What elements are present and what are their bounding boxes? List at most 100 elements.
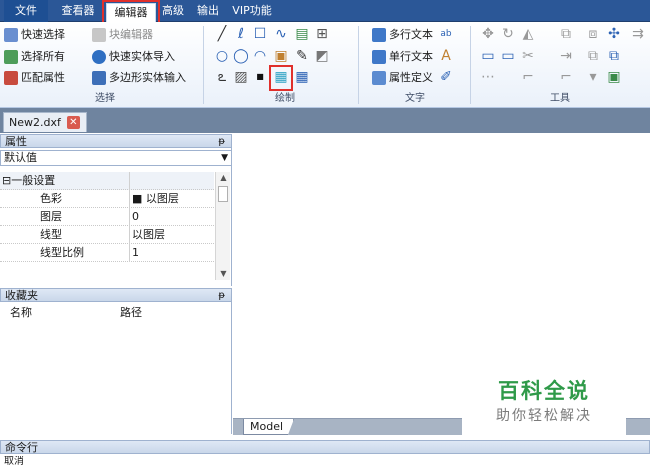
property-key: 线型比例: [0, 244, 130, 262]
pencil-icon[interactable]: ✎: [294, 48, 310, 64]
quick-select-button[interactable]: 快速选择: [4, 26, 65, 44]
sketch-icon[interactable]: ఽ: [214, 69, 230, 85]
block-editor-label: 块编辑器: [109, 28, 153, 41]
text-edit-icon[interactable]: A: [438, 48, 454, 64]
section-value-cell: [132, 172, 214, 190]
section-header[interactable]: ⊟一般设置: [0, 172, 214, 190]
array-icon[interactable]: ⧈: [585, 26, 601, 42]
scroll-thumb[interactable]: [218, 186, 228, 202]
watermark-logo: 百科全说 助你轻松解决: [462, 376, 626, 438]
polygon-icon: [92, 71, 106, 85]
column-name[interactable]: 名称: [10, 304, 32, 322]
polygon-entity-input-label: 多边形实体输入: [109, 71, 186, 84]
trim-icon[interactable]: ✂: [520, 48, 536, 64]
scale-icon[interactable]: ▭: [480, 48, 496, 64]
property-value: ■ 以图层: [132, 192, 179, 205]
fillet-icon[interactable]: ⌐: [558, 69, 574, 85]
hatch-icon[interactable]: ▤: [294, 26, 310, 42]
quick-select-label: 快速选择: [21, 28, 65, 41]
dimension-icon[interactable]: ◩: [314, 48, 330, 64]
column-path[interactable]: 路径: [120, 304, 142, 322]
tab-viewer[interactable]: 查看器: [56, 0, 100, 22]
wipeout-icon[interactable]: ▦: [273, 69, 289, 85]
document-tab-strip: New2.dxf ✕: [0, 108, 650, 133]
property-row[interactable]: 图层 0: [0, 208, 214, 226]
image-icon[interactable]: ▣: [273, 48, 289, 64]
mirror-icon[interactable]: ◭: [520, 26, 536, 42]
tab-editor[interactable]: 编辑器: [106, 3, 156, 22]
attribute-icon: [372, 71, 386, 85]
draw-group-title: 绘制: [275, 93, 295, 104]
command-title-label: 命令行: [5, 441, 38, 454]
tab-advanced[interactable]: 高级: [158, 0, 188, 22]
single-line-text-button[interactable]: 单行文本: [372, 48, 433, 66]
pattern-fill-icon[interactable]: ▨: [233, 69, 249, 85]
group-divider: [203, 26, 204, 104]
pin-icon[interactable]: ᵽ: [218, 289, 225, 302]
properties-selector[interactable]: 默认值 ▼: [0, 150, 232, 166]
property-row[interactable]: 线型比例 1: [0, 244, 214, 262]
mtext-icon: [372, 28, 386, 42]
command-line-title: 命令行: [0, 440, 650, 454]
rectangle-icon[interactable]: ☐: [252, 26, 268, 42]
text-style-icon[interactable]: ab: [438, 26, 454, 42]
property-row[interactable]: 色彩 ■ 以图层: [0, 190, 214, 208]
stretch-icon[interactable]: ▭: [500, 48, 516, 64]
property-row[interactable]: 线型 以图层: [0, 226, 214, 244]
favorites-header: 名称 路径: [0, 304, 232, 322]
multiline-text-button[interactable]: 多行文本: [372, 26, 433, 44]
arc-icon[interactable]: ◠: [252, 48, 268, 64]
break-icon[interactable]: ⧉: [585, 48, 601, 64]
properties-scrollbar[interactable]: ▲ ▼: [215, 172, 230, 280]
polyline-icon[interactable]: ℓ: [233, 26, 249, 42]
line-icon[interactable]: ╱: [214, 26, 230, 42]
model-tab[interactable]: Model: [243, 419, 295, 435]
explode-icon[interactable]: ✣: [606, 26, 622, 42]
find-replace-icon[interactable]: ✐: [438, 69, 454, 85]
quick-entity-import-button[interactable]: 快速实体导入: [92, 48, 175, 66]
extend-icon[interactable]: ⇥: [558, 48, 574, 64]
favorites-panel: 收藏夹 ᵽ 名称 路径: [0, 288, 232, 434]
favorites-title-label: 收藏夹: [5, 289, 38, 302]
attribute-definition-button[interactable]: 属性定义: [372, 69, 433, 87]
tab-output[interactable]: 输出: [194, 0, 222, 22]
spline-icon[interactable]: ∿: [273, 26, 289, 42]
block-insert-icon[interactable]: ⊞: [314, 26, 330, 42]
chamfer-icon[interactable]: ⌐: [520, 69, 536, 85]
ribbon: 快速选择 块编辑器 选择所有 快速实体导入 匹配属性 多边形实体输入 选择 ╱ …: [0, 22, 650, 108]
properties-panel: 属性 ᵽ 默认值 ▼ ⊟一般设置 色彩 ■ 以图层 图层 0 线型 以图层 线型…: [0, 134, 232, 286]
select-all-icon: [4, 50, 18, 64]
copy-icon[interactable]: ⧉: [558, 26, 574, 42]
point-icon[interactable]: ■: [252, 69, 268, 85]
property-key: 色彩: [0, 190, 130, 208]
watermark-title: 百科全说: [498, 379, 590, 403]
polygon-entity-input-button[interactable]: 多边形实体输入: [92, 69, 186, 87]
join-icon[interactable]: ⧉: [606, 48, 622, 64]
scroll-down-icon[interactable]: ▼: [216, 268, 231, 280]
property-key: 图层: [0, 208, 130, 226]
tab-file[interactable]: 文件: [4, 0, 48, 22]
match-properties-button[interactable]: 匹配属性: [4, 69, 65, 87]
circle-icon[interactable]: ○: [214, 48, 230, 64]
select-all-button[interactable]: 选择所有: [4, 48, 65, 66]
erase-icon[interactable]: ▾: [585, 69, 601, 85]
tools-group-title: 工具: [550, 93, 570, 104]
layer-icon[interactable]: ▣: [606, 69, 622, 85]
section-label: ⊟一般设置: [0, 172, 130, 190]
text-group-title: 文字: [405, 93, 425, 104]
close-icon[interactable]: ✕: [66, 116, 80, 129]
rotate-icon[interactable]: ↻: [500, 26, 516, 42]
table-icon[interactable]: ▦: [294, 69, 310, 85]
document-tab[interactable]: New2.dxf ✕: [3, 112, 87, 132]
move-icon[interactable]: ✥: [480, 26, 496, 42]
ellipse-icon[interactable]: ◯: [233, 48, 249, 64]
brush-icon: [4, 71, 18, 85]
measure-icon[interactable]: ⋯: [480, 69, 496, 85]
scroll-up-icon[interactable]: ▲: [216, 172, 231, 184]
tab-vip[interactable]: VIP功能: [228, 0, 276, 22]
select-all-label: 选择所有: [21, 50, 65, 63]
block-editor-button[interactable]: 块编辑器: [92, 26, 153, 44]
property-value: 0: [132, 210, 139, 223]
pin-icon[interactable]: ᵽ: [218, 135, 225, 148]
offset-icon[interactable]: ⇉: [630, 26, 646, 42]
